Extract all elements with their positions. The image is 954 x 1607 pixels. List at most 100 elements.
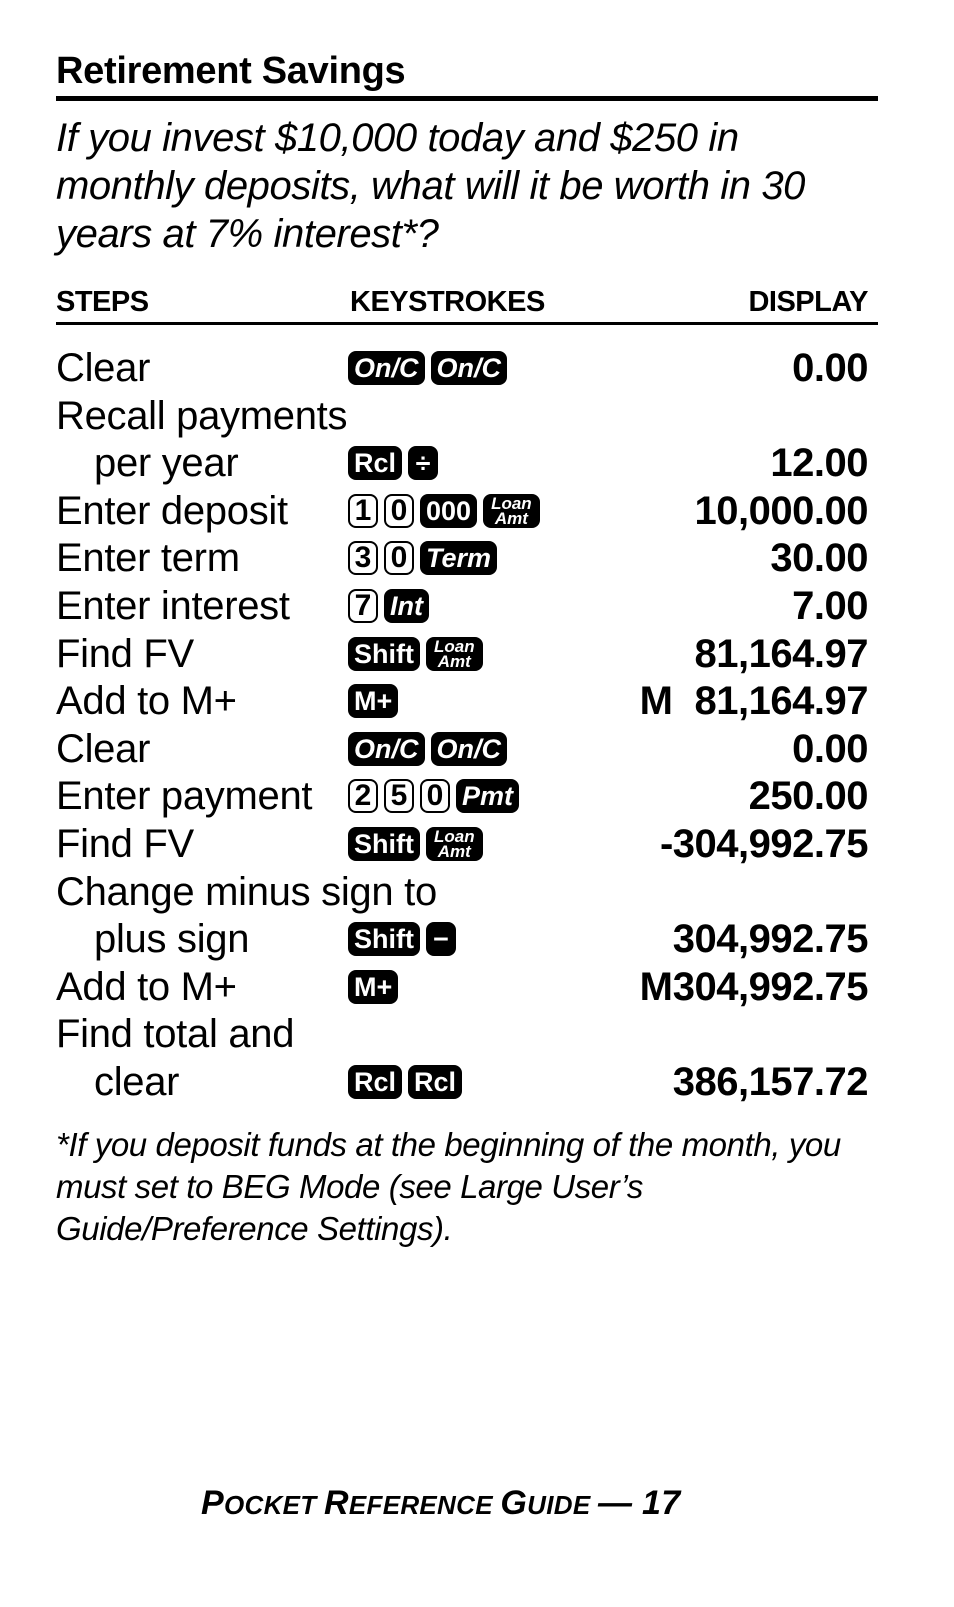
steps-table: Clear On/C On/C 0.00 Recall payments per year… — [56, 344, 878, 1106]
key-label: Rcl — [354, 1066, 397, 1097]
display-value: 30.00 — [770, 536, 868, 581]
key-0-icon: 0 — [384, 541, 414, 576]
key-int-icon: Int — [384, 588, 429, 623]
table-row: Recall payments — [56, 392, 878, 440]
key-label: 000 — [426, 495, 472, 526]
key-minus-icon: − — [426, 922, 456, 957]
display-value: 12.00 — [770, 441, 868, 486]
step-label: Add to M+ — [56, 679, 237, 724]
key-label: Term — [426, 543, 492, 574]
page-title: Retirement Savings — [56, 50, 406, 92]
display-value: 0.00 — [792, 726, 868, 771]
footer-separator: — — [597, 1484, 633, 1522]
display-value: 0.00 — [792, 346, 868, 390]
key-m-icon: M+ — [348, 969, 399, 1004]
key-label-bottom: Amt — [437, 841, 471, 861]
step-label: Enter payment — [56, 774, 313, 819]
key-term-icon: Term — [420, 541, 498, 576]
table-row: Find FV Shift Loan Amt -304,992.75 — [56, 820, 878, 868]
key-label: Shift — [354, 828, 414, 859]
step-label: Find FV — [56, 631, 194, 676]
keystroke-sequence: Shift Loan Amt — [348, 826, 483, 862]
key-label: On/C — [436, 353, 502, 383]
key-pmt-icon: Pmt — [456, 779, 520, 814]
key-label: Int — [390, 590, 423, 621]
key-label: On/C — [436, 733, 502, 764]
key-on-c-icon: On/C — [348, 731, 425, 766]
keystroke-sequence: 1 0 000 Loan Amt — [348, 493, 540, 529]
display-value: 10,000.00 — [694, 488, 869, 533]
key-7-icon: 7 — [348, 588, 378, 623]
key-loan-amt-icon: Loan Amt — [483, 493, 540, 528]
table-row: Clear On/C On/C 0.00 — [56, 725, 878, 773]
step-label: Recall payments — [56, 393, 348, 438]
problem-statement: If you invest $10,000 today and $250 in … — [56, 116, 806, 256]
key-5-icon: 5 — [384, 779, 414, 814]
display-value: -304,992.75 — [659, 821, 869, 866]
key-label: M+ — [354, 971, 393, 1002]
table-row: Add to M+ M+ M 304,992.75 — [56, 963, 878, 1011]
key-3-icon: 3 — [348, 541, 378, 576]
step-label: plus sign — [94, 917, 250, 962]
table-row: per year Rcl ÷ 12.00 — [56, 439, 878, 487]
step-label: Clear — [56, 346, 151, 390]
display-value: 250.00 — [748, 774, 869, 819]
table-row: clear Rcl Rcl 386,157.72 — [56, 1058, 878, 1106]
header-divider — [56, 322, 878, 325]
key-shift-icon: Shift — [348, 826, 420, 861]
step-label: Change minus sign to — [56, 869, 437, 914]
step-label: Add to M+ — [56, 964, 237, 1009]
key-shift-icon: Shift — [348, 636, 420, 671]
key-loan-amt-icon: Loan Amt — [426, 826, 483, 861]
display-value: 7.00 — [792, 583, 868, 628]
key-loan-amt-icon: Loan Amt — [426, 636, 483, 671]
table-row: Find total and — [56, 1010, 878, 1058]
key-label: Pmt — [462, 781, 514, 812]
table-row: Change minus sign to — [56, 868, 878, 916]
display-value: 304,992.75 — [672, 917, 869, 962]
key-on-c-icon: On/C — [430, 351, 507, 385]
key-label: M+ — [354, 686, 393, 717]
keystroke-sequence: M+ — [348, 683, 399, 719]
keystroke-sequence: 7 Int — [348, 588, 429, 624]
title-divider — [56, 96, 878, 101]
table-row: Add to M+ M+ M 81,164.97 — [56, 677, 878, 725]
keystroke-sequence: Rcl ÷ — [348, 445, 439, 481]
column-header-keystrokes: KEYSTROKES — [350, 286, 545, 318]
keystroke-sequence: 2 5 0 Pmt — [348, 778, 520, 814]
display-value: 386,157.72 — [672, 1059, 869, 1104]
key-shift-icon: Shift — [348, 922, 420, 957]
footnote: *If you deposit funds at the beginning o… — [56, 1126, 841, 1247]
key-label-bottom: Amt — [437, 651, 471, 671]
column-header-display: DISPLAY — [748, 286, 868, 318]
step-label: Find FV — [56, 821, 194, 866]
key-label: − — [433, 924, 449, 955]
column-header-steps: STEPS — [56, 286, 149, 318]
key-on-c-icon: On/C — [348, 351, 425, 385]
display-value: 81,164.97 — [694, 631, 869, 676]
key-2-icon: 2 — [348, 779, 378, 814]
table-row: Enter term 3 0 Term 30.00 — [56, 534, 878, 582]
key-label: ÷ — [415, 448, 431, 479]
display-value: 304,992.75 — [672, 964, 869, 1009]
table-row: Enter deposit 1 0 000 Loan Amt 10,000.00 — [56, 487, 878, 535]
keystroke-sequence: Shift − — [348, 921, 456, 957]
page-footer: POCKET REFERENCE GUIDE — 17 — [201, 1484, 680, 1523]
key-label-bottom: Amt — [494, 508, 528, 528]
key-divide-icon: ÷ — [408, 446, 439, 481]
keystroke-sequence: 3 0 Term — [348, 540, 498, 576]
key-0-icon: 0 — [384, 493, 414, 528]
key-rcl-icon: Rcl — [408, 1064, 463, 1099]
step-label: Find total and — [56, 1012, 295, 1057]
step-label: clear — [94, 1059, 180, 1104]
keystroke-sequence: On/C On/C — [348, 350, 507, 386]
key-label: Shift — [354, 638, 414, 669]
memory-indicator: M — [639, 679, 673, 724]
key-label: On/C — [354, 353, 419, 383]
key-0-icon: 0 — [420, 779, 450, 814]
key-label: Rcl — [354, 448, 397, 479]
key-label: On/C — [354, 733, 419, 764]
table-row: Clear On/C On/C 0.00 — [56, 344, 878, 392]
table-row: Find FV Shift Loan Amt 81,164.97 — [56, 630, 878, 678]
key-label: Shift — [354, 924, 414, 955]
